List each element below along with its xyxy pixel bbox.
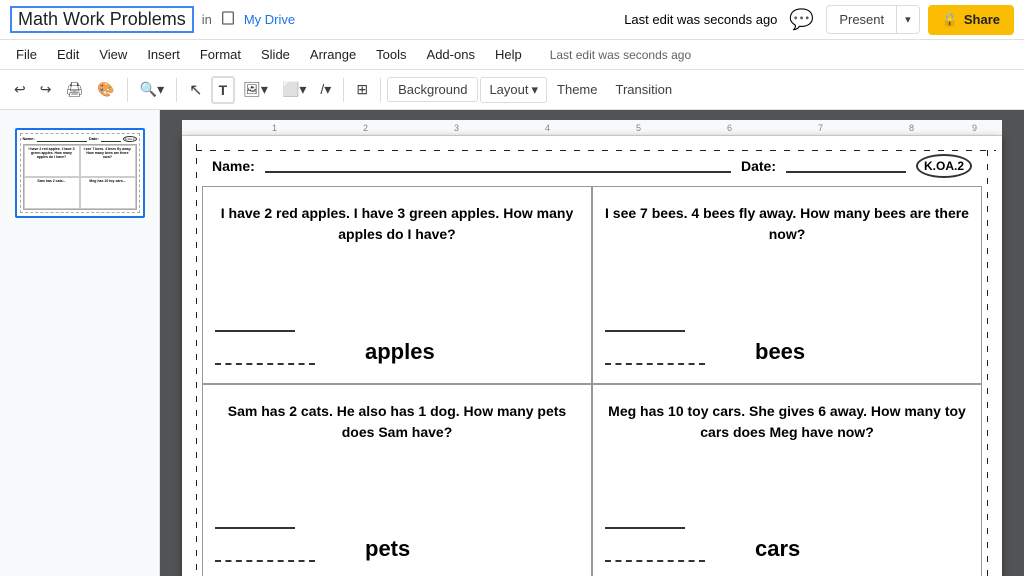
last-edit-menu: Last edit was seconds ago [542,44,699,66]
print-button[interactable]: 🖨 [59,77,89,102]
menu-format[interactable]: Format [192,43,249,66]
ruler-mark-3: 3 [454,123,459,133]
answer-label-1: apples [365,339,435,365]
menu-view[interactable]: View [91,43,135,66]
insert-slide-btn[interactable]: ⊞ [350,77,374,102]
date-line [786,159,906,173]
answer-row-1: apples [215,339,579,365]
name-label: Name: [212,158,255,174]
zoom-button[interactable]: 🔍▾ [134,77,170,102]
divider-4 [380,78,381,102]
menu-bar: File Edit View Insert Format Slide Arran… [0,40,1024,70]
menu-slide[interactable]: Slide [253,43,298,66]
name-line [265,159,731,173]
ruler-mark-2: 2 [363,123,368,133]
standard-badge: K.OA.2 [916,154,972,178]
answer-dashed-line-3 [215,552,315,562]
answer-label-4: cars [755,536,800,562]
ruler-mark-8: 8 [909,123,914,133]
menu-file[interactable]: File [8,43,45,66]
toolbar: ↩ ↪ 🖨 🎨 🔍▾ ↖ T 🖼▾ ⬜▾ /▾ ⊞ Background Lay… [0,70,1024,110]
redo-button[interactable]: ↪ [34,77,58,102]
menu-tools[interactable]: Tools [368,43,414,66]
ruler-mark-5: 5 [636,123,641,133]
date-label: Date: [741,158,776,174]
divider-3 [343,78,344,102]
layout-label: Layout [489,82,528,97]
line-tool[interactable]: /▾ [314,77,337,102]
answer-solid-line-4 [605,519,685,529]
shape-tool[interactable]: ⬜▾ [276,77,312,102]
answer-label-2: bees [755,339,805,365]
present-dropdown-arrow[interactable]: ▾ [897,7,919,32]
problem-text-3: Sam has 2 cats. He also has 1 dog. How m… [215,401,579,443]
background-button[interactable]: Background [387,77,478,102]
menu-edit[interactable]: Edit [49,43,87,66]
answer-dashed-line-4 [605,552,705,562]
canvas-area[interactable]: 1 2 3 4 5 6 7 8 9 Name: Date: K.OA.2 [160,110,1024,576]
title-bar: Math Work Problems in My Drive Last edit… [0,0,1024,40]
share-button[interactable]: 🔒 Share [928,5,1014,35]
problem-cell-3: Sam has 2 cats. He also has 1 dog. How m… [202,384,592,576]
answer-label-3: pets [365,536,410,562]
divider-2 [176,78,177,102]
drive-link[interactable]: My Drive [244,12,295,27]
in-text: in [202,12,212,27]
layout-button[interactable]: Layout ▾ [480,77,547,103]
main-area: 1 Name: Date: K.OA.2 I have 2 red apples… [0,110,1024,576]
ruler-mark-7: 7 [818,123,823,133]
answer-area-4: cars [605,519,969,570]
text-tool[interactable]: T [211,76,236,104]
answer-area-2: bees [605,322,969,373]
answer-dashed-line-2 [605,355,705,365]
select-tool[interactable]: ↖ [183,76,208,104]
share-lock-icon: 🔒 [942,12,958,28]
present-button-group: Present ▾ [826,5,919,34]
divider-1 [127,78,128,102]
menu-arrange[interactable]: Arrange [302,43,364,66]
transition-button[interactable]: Transition [608,78,681,101]
ruler-mark-1: 1 [272,123,277,133]
last-edit-text: Last edit was seconds ago [624,12,777,27]
answer-dashed-line-1 [215,355,315,365]
image-tool[interactable]: 🖼▾ [237,77,274,102]
slide-thumbnail-1[interactable]: Name: Date: K.OA.2 I have 2 red apples. … [15,128,145,218]
paint-format-button[interactable]: 🎨 [91,77,120,102]
answer-solid-line-2 [605,322,685,332]
slide-canvas[interactable]: Name: Date: K.OA.2 I have 2 red apples. … [182,136,1002,576]
answer-solid-line-3 [215,519,295,529]
horizontal-ruler: 1 2 3 4 5 6 7 8 9 [182,120,1002,136]
drive-icon [220,10,236,29]
answer-area-1: apples [215,322,579,373]
ruler-mark-6: 6 [727,123,732,133]
present-main-label[interactable]: Present [827,6,897,33]
problem-cell-4: Meg has 10 toy cars. She gives 6 away. H… [592,384,982,576]
problem-cell-1: I have 2 red apples. I have 3 green appl… [202,186,592,384]
theme-button[interactable]: Theme [549,78,605,101]
layout-arrow: ▾ [532,82,539,98]
undo-button[interactable]: ↩ [8,77,32,102]
menu-help[interactable]: Help [487,43,530,66]
answer-row-3: pets [215,536,579,562]
menu-addons[interactable]: Add-ons [419,43,483,66]
problem-text-4: Meg has 10 toy cars. She gives 6 away. H… [605,401,969,443]
answer-row-4: cars [605,536,969,562]
doc-title[interactable]: Math Work Problems [10,6,194,33]
problems-grid: I have 2 red apples. I have 3 green appl… [202,186,982,576]
comment-button[interactable]: 💬 [785,3,818,36]
menu-insert[interactable]: Insert [139,43,188,66]
ruler-mark-9: 9 [972,123,977,133]
slide-header: Name: Date: K.OA.2 [212,154,972,178]
share-label: Share [964,12,1000,27]
problem-cell-2: I see 7 bees. 4 bees fly away. How many … [592,186,982,384]
answer-area-3: pets [215,519,579,570]
problem-text-1: I have 2 red apples. I have 3 green appl… [215,203,579,245]
answer-row-2: bees [605,339,969,365]
ruler-mark-4: 4 [545,123,550,133]
problem-text-2: I see 7 bees. 4 bees fly away. How many … [605,203,969,245]
answer-solid-line-1 [215,322,295,332]
slides-sidebar: 1 Name: Date: K.OA.2 I have 2 red apples… [0,110,160,576]
